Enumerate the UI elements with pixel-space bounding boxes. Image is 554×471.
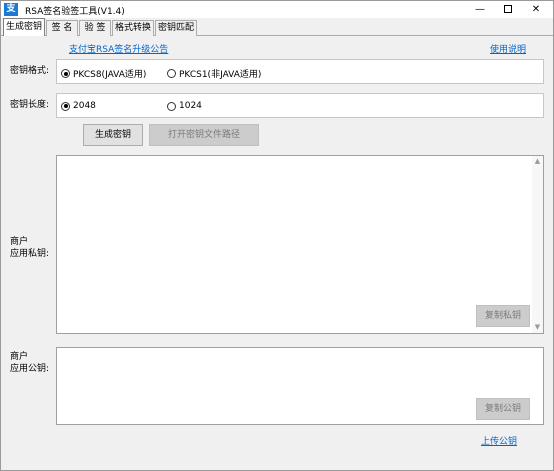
announcement-link[interactable]: 支付宝RSA签名升级公告 [69,42,168,55]
open-key-path-button[interactable]: 打开密钥文件路径 [149,124,259,146]
length-2048-label: 2048 [73,101,96,111]
key-format-group: PKCS8(JAVA适用) PKCS1(非JAVA适用) [56,59,544,84]
copy-public-key-button[interactable]: 复制公钥 [476,398,530,420]
tab-verify[interactable]: 验 签 [79,20,111,36]
app-window: 支 RSA签名验签工具(V1.4) — ✕ 生成密钥 签 名 验 签 格式转换 … [0,0,554,471]
pkcs8-label: PKCS8(JAVA适用) [73,70,147,80]
title-bar[interactable]: 支 RSA签名验签工具(V1.4) — ✕ [1,1,553,18]
minimize-button[interactable]: — [467,2,493,17]
upload-public-key-link[interactable]: 上传公钥 [481,434,517,447]
pkcs1-radio[interactable]: PKCS1(非JAVA适用) [167,67,261,80]
private-key-scrollbar[interactable]: ▲ ▼ [532,156,543,333]
pkcs8-radio[interactable]: PKCS8(JAVA适用) [61,67,146,80]
tab-key-match[interactable]: 密钥匹配 [155,20,197,36]
generate-key-panel: 支付宝RSA签名升级公告 使用说明 密钥格式: PKCS8(JAVA适用) PK… [2,36,552,470]
window-title: RSA签名验签工具(V1.4) [25,7,125,17]
radio-unchecked-icon [167,101,176,111]
maximize-button[interactable] [495,2,521,17]
close-button[interactable]: ✕ [523,2,549,17]
minimize-icon: — [475,4,485,15]
close-icon: ✕ [531,4,541,15]
tab-sign[interactable]: 签 名 [46,20,78,36]
copy-private-key-button[interactable]: 复制私钥 [476,305,530,327]
length-1024-label: 1024 [179,101,202,111]
tab-generate-key[interactable]: 生成密钥 [3,18,45,36]
key-length-group: 2048 1024 [56,93,544,118]
scroll-up-icon[interactable]: ▲ [532,156,543,167]
tab-strip: 生成密钥 签 名 验 签 格式转换 密钥匹配 [1,18,553,36]
scroll-down-icon[interactable]: ▼ [532,322,543,333]
help-link[interactable]: 使用说明 [490,42,526,55]
length-2048-radio[interactable]: 2048 [61,101,96,111]
key-length-label: 密钥长度: [10,100,50,110]
length-1024-radio[interactable]: 1024 [167,101,202,111]
public-key-label-line2: 应用公钥: [10,364,50,374]
maximize-icon [504,5,512,13]
private-key-textarea[interactable]: ▲ ▼ 复制私钥 [56,155,544,334]
generate-key-button[interactable]: 生成密钥 [83,124,143,146]
pkcs1-label: PKCS1(非JAVA适用) [179,70,262,80]
public-key-textarea[interactable]: 复制公钥 [56,347,544,425]
private-key-label-line2: 应用私钥: [10,249,50,259]
key-format-label: 密钥格式: [10,66,50,76]
radio-unchecked-icon [167,69,176,78]
radio-checked-icon [61,69,70,78]
tab-format-convert[interactable]: 格式转换 [112,20,154,36]
app-logo-icon: 支 [4,3,18,16]
radio-checked-icon [61,101,70,111]
